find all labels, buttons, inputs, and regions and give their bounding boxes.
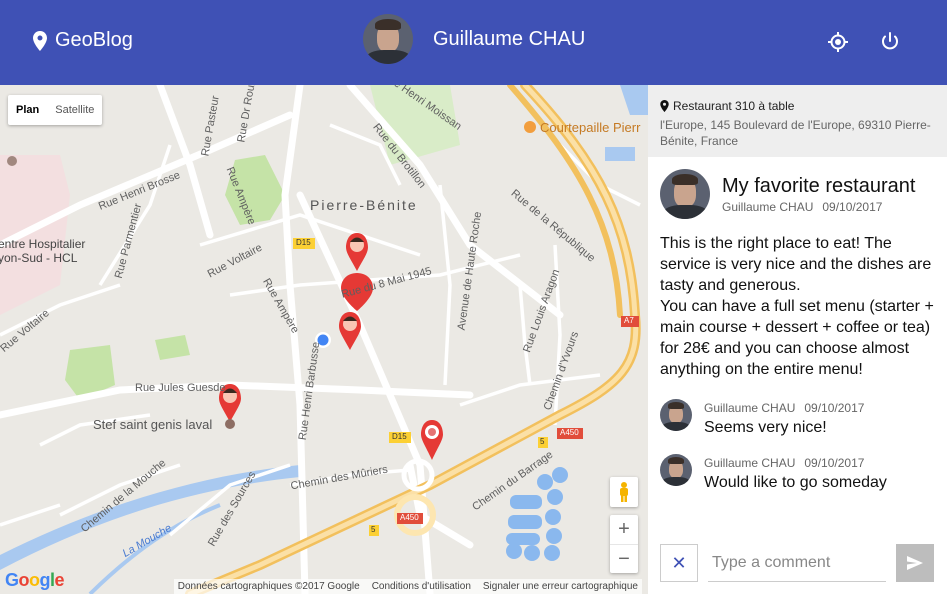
- comment-meta: Guillaume CHAU 09/10/2017: [704, 401, 864, 415]
- map-attribution: Données cartographiques ©2017 Google Con…: [173, 579, 642, 594]
- road-shield: A450: [560, 428, 579, 437]
- brand[interactable]: GeoBlog: [33, 29, 133, 52]
- user-name: Guillaume CHAU: [433, 27, 586, 50]
- map-label-poi[interactable]: Courtepaille Pierr: [540, 120, 640, 135]
- post-author: Guillaume CHAU: [722, 200, 814, 214]
- post-panel: Restaurant 310 à table l'Europe, 145 Bou…: [648, 85, 947, 594]
- post-content: This is the right place to eat! The serv…: [660, 233, 935, 380]
- author-avatar: [660, 169, 710, 219]
- post-paragraph: You can have a full set menu (starter + …: [660, 298, 934, 378]
- pegman-icon: [620, 482, 628, 502]
- power-icon: [882, 32, 898, 50]
- map-report-link[interactable]: Signaler une erreur cartographique: [483, 581, 638, 592]
- google-logo[interactable]: Google: [5, 570, 65, 591]
- blog-post: My favorite restaurant Guillaume CHAU 09/…: [648, 157, 947, 492]
- road-shield: D15: [392, 432, 407, 441]
- map-type-toggle: Plan Satellite: [8, 95, 103, 125]
- crosshair-icon: [828, 32, 848, 52]
- map-data-credit: Données cartographiques ©2017 Google: [177, 581, 360, 592]
- map[interactable]: Pierre-Bénite entre Hospitalier yon-Sud …: [0, 85, 648, 594]
- post-title: My favorite restaurant: [722, 175, 916, 197]
- comment: Guillaume CHAU 09/10/2017 Seems very nice…: [660, 399, 935, 437]
- app-name: GeoBlog: [55, 29, 133, 51]
- current-user[interactable]: Guillaume CHAU: [363, 14, 585, 64]
- place-name: Restaurant 310 à table: [673, 99, 795, 113]
- comment-avatar: [660, 454, 692, 486]
- map-label-hospital-2: yon-Sud - HCL: [0, 251, 78, 265]
- map-terms-link[interactable]: Conditions d'utilisation: [372, 581, 471, 592]
- comment-text: Would like to go someday: [704, 474, 887, 491]
- map-label-street: Rue Jules Guesde: [135, 382, 226, 394]
- map-label-poi[interactable]: Stef saint genis laval: [93, 417, 212, 432]
- zoom-in-button[interactable]: +: [610, 515, 638, 544]
- place-address: l'Europe, 145 Boulevard de l'Europe, 693…: [660, 118, 931, 148]
- comment-meta: Guillaume CHAU 09/10/2017: [704, 456, 887, 470]
- post-date: 09/10/2017: [822, 200, 883, 214]
- road-shield: A450: [400, 513, 419, 522]
- comment-text: Seems very nice!: [704, 419, 827, 436]
- zoom-out-button[interactable]: −: [610, 544, 638, 573]
- user-avatar: [363, 14, 413, 64]
- comment-author: Guillaume CHAU: [704, 401, 796, 415]
- road-shield: 5: [371, 525, 376, 534]
- logout-button[interactable]: [878, 30, 902, 54]
- location-pin-icon: [660, 100, 669, 112]
- location-pin-icon: [33, 30, 47, 51]
- map-type-plan[interactable]: Plan: [8, 95, 47, 125]
- comment-input[interactable]: [708, 544, 886, 582]
- send-icon: [907, 556, 923, 570]
- comment: Guillaume CHAU 09/10/2017 Would like to g…: [660, 454, 935, 492]
- road-shield: D15: [296, 238, 311, 247]
- comment-composer: ✕: [660, 544, 936, 582]
- close-post-button[interactable]: ✕: [660, 544, 698, 582]
- road-shield: 5: [540, 437, 545, 446]
- top-app-bar: GeoBlog Guillaume CHAU: [0, 0, 947, 85]
- send-comment-button[interactable]: [896, 544, 934, 582]
- post-paragraph: This is the right place to eat! The serv…: [660, 235, 932, 294]
- comment-avatar: [660, 399, 692, 431]
- comment-author: Guillaume CHAU: [704, 456, 796, 470]
- zoom-control: + −: [610, 515, 638, 573]
- close-icon: ✕: [671, 552, 687, 573]
- road-shield: A7: [624, 316, 634, 325]
- map-label-hospital: entre Hospitalier: [0, 237, 86, 251]
- comment-date: 09/10/2017: [804, 456, 865, 470]
- place-name-row: Restaurant 310 à table: [660, 99, 937, 113]
- map-type-satellite[interactable]: Satellite: [47, 95, 102, 125]
- map-label-town: Pierre-Bénite: [310, 197, 418, 213]
- center-location-button[interactable]: [826, 30, 850, 54]
- street-view-button[interactable]: [610, 477, 638, 507]
- post-meta: Guillaume CHAU 09/10/2017: [722, 200, 915, 214]
- place-info: Restaurant 310 à table l'Europe, 145 Bou…: [648, 85, 947, 157]
- post-header: My favorite restaurant Guillaume CHAU 09/…: [660, 169, 935, 219]
- comment-date: 09/10/2017: [804, 401, 865, 415]
